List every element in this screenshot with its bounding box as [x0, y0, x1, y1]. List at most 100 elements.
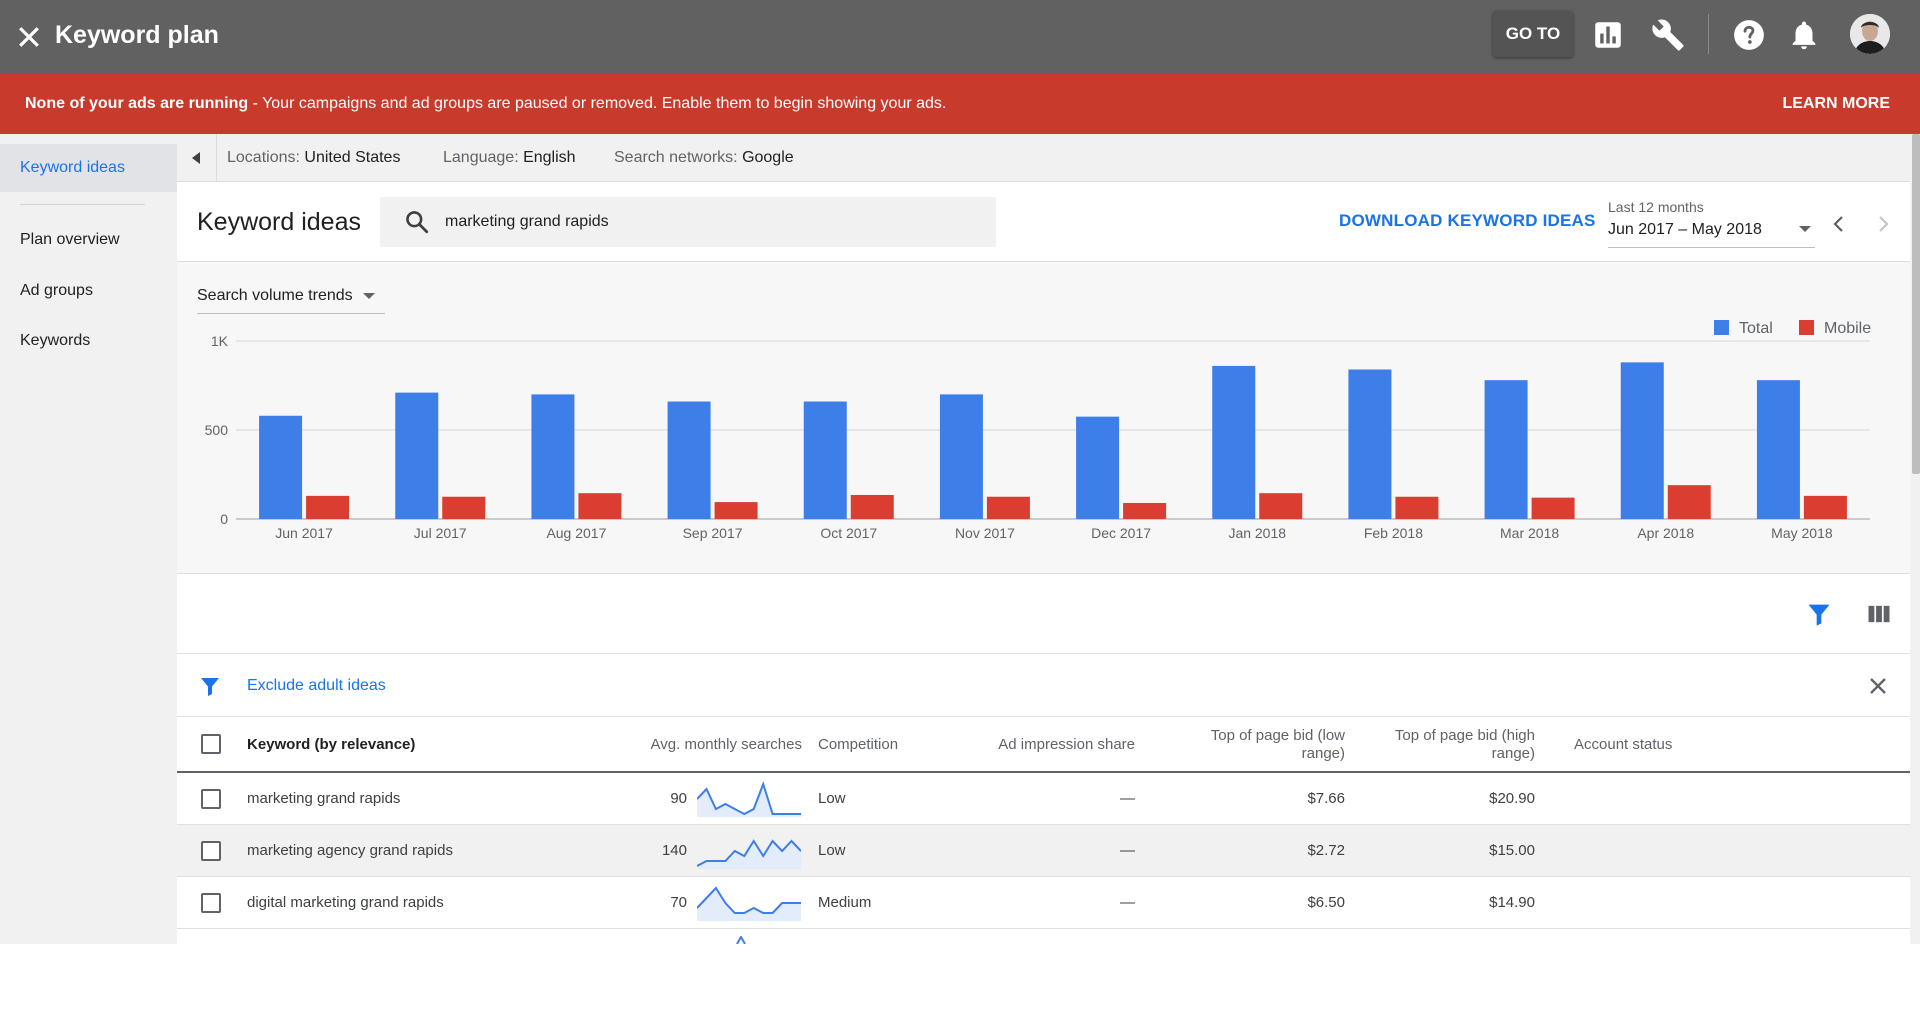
language-filter[interactable]: Language: English: [443, 134, 576, 182]
total-bar: [667, 401, 711, 519]
bid-low-cell: $6.50: [1307, 894, 1345, 911]
columns-icon[interactable]: [1865, 600, 1893, 628]
mobile-bar: [714, 502, 758, 519]
y-tick-label: 500: [205, 422, 229, 438]
y-tick-label: 1K: [211, 333, 229, 349]
mobile-bar: [578, 493, 622, 519]
x-tick-label: Apr 2018: [1637, 525, 1694, 541]
x-tick-label: Nov 2017: [955, 525, 1015, 541]
avg-searches-cell: 90: [670, 790, 687, 807]
table-toolbar: [177, 574, 1910, 654]
row-checkbox[interactable]: [201, 841, 221, 861]
tools-icon[interactable]: [1651, 18, 1685, 52]
previous-period-button[interactable]: [1827, 212, 1851, 236]
notifications-icon[interactable]: [1787, 18, 1821, 52]
avg-searches-cell: 140: [661, 842, 687, 859]
plan-filter-bar: Locations: United States Language: Engli…: [177, 134, 1910, 182]
mobile-bar: [850, 494, 894, 519]
bid-high-cell: $20.90: [1489, 790, 1535, 807]
column-header-account-status[interactable]: Account status: [1574, 736, 1672, 754]
dropdown-arrow-icon: [1799, 226, 1811, 232]
trend-selector[interactable]: Search volume trends: [197, 278, 385, 314]
sidebar-item-keywords[interactable]: Keywords: [0, 317, 177, 365]
network-value: Google: [742, 149, 794, 166]
impression-share-cell: —: [1120, 894, 1135, 911]
reports-icon[interactable]: [1591, 18, 1625, 52]
impression-share-cell: —: [1120, 790, 1135, 807]
sidebar-item-plan-overview[interactable]: Plan overview: [0, 216, 177, 264]
sparkline-area: [697, 841, 801, 869]
column-header-bid-high-line1: Top of page bid (high: [1394, 727, 1535, 744]
table-row[interactable]: digital marketing grand rapids 70 Medium…: [177, 877, 1910, 929]
search-volume-chart-area: 0 500 1K Jun 2017 Jul 2017 Aug 2017 Sep 2017 Oc…: [177, 262, 1910, 574]
alert-text: - Your campaigns and ad groups are pause…: [248, 95, 947, 112]
column-header-competition[interactable]: Competition: [818, 736, 898, 754]
column-header-bid-low[interactable]: Top of page bid (low range): [1157, 727, 1345, 763]
total-bar: [939, 394, 983, 519]
x-tick-label: Dec 2017: [1091, 525, 1151, 541]
select-all-checkbox[interactable]: [201, 734, 221, 754]
row-checkbox[interactable]: [201, 789, 221, 809]
row-checkbox[interactable]: [201, 893, 221, 913]
sidebar-item-keyword-ideas[interactable]: Keyword ideas: [0, 144, 177, 192]
keyword-search-box[interactable]: [380, 197, 996, 247]
date-range-label: Last 12 months: [1608, 199, 1704, 215]
search-input[interactable]: [445, 197, 985, 247]
active-filter-row: Exclude adult ideas: [177, 654, 1910, 717]
table-header: Keyword (by relevance) Avg. monthly sear…: [177, 717, 1910, 773]
mobile-bar: [1803, 495, 1847, 519]
total-bar: [395, 392, 439, 519]
next-period-button[interactable]: [1871, 212, 1895, 236]
total-bar: [1756, 380, 1800, 519]
alert-message: None of your ads are running - Your camp…: [25, 94, 946, 114]
impression-share-cell: —: [1120, 842, 1135, 859]
column-header-avg-monthly-searches[interactable]: Avg. monthly searches: [627, 736, 802, 754]
exclude-adult-ideas-filter[interactable]: Exclude adult ideas: [247, 675, 386, 697]
close-icon[interactable]: [1864, 672, 1892, 700]
mobile-bar: [1395, 496, 1439, 519]
filter-icon[interactable]: [1805, 600, 1833, 628]
page-scrollbar-thumb[interactable]: [1912, 134, 1920, 474]
competition-cell: Low: [818, 790, 846, 807]
goto-button[interactable]: GO TO: [1493, 11, 1573, 57]
mobile-bar: [986, 496, 1030, 519]
x-tick-label: Mar 2018: [1500, 525, 1559, 541]
column-header-keyword[interactable]: Keyword (by relevance): [247, 736, 415, 754]
mobile-bar: [1259, 493, 1303, 519]
search-trend-sparkline: [697, 886, 801, 921]
avatar[interactable]: [1850, 14, 1890, 54]
bid-low-cell: $7.66: [1307, 790, 1345, 807]
legend-swatch: [1799, 320, 1814, 335]
mobile-bar: [442, 496, 486, 519]
x-tick-label: Jul 2017: [414, 525, 467, 541]
x-tick-label: Jun 2017: [275, 525, 333, 541]
total-bar: [1620, 362, 1664, 519]
total-bar: [259, 415, 303, 519]
column-header-bid-high-line2: range): [1491, 745, 1535, 762]
sidebar: Keyword ideas Plan overview Ad groups Ke…: [0, 134, 177, 944]
collapse-sidebar-button[interactable]: [177, 134, 217, 182]
x-tick-label: Jan 2018: [1228, 525, 1286, 541]
help-icon[interactable]: [1732, 18, 1766, 52]
avatar-photo-icon: [1850, 14, 1890, 54]
filter-icon: [201, 678, 219, 696]
date-range-value: Jun 2017 – May 2018: [1608, 221, 1762, 238]
column-header-bid-low-line2: range): [1301, 745, 1345, 762]
close-icon[interactable]: [14, 22, 44, 52]
competition-cell: Low: [818, 842, 846, 859]
column-header-bid-low-line1: Top of page bid (low: [1210, 727, 1345, 744]
column-header-bid-high[interactable]: Top of page bid (high range): [1347, 727, 1535, 763]
y-tick-label: 0: [220, 511, 228, 527]
date-range-selector[interactable]: Last 12 months Jun 2017 – May 2018: [1608, 196, 1815, 248]
mobile-bar: [1123, 502, 1167, 519]
column-header-ad-impression-share[interactable]: Ad impression share: [957, 736, 1135, 754]
location-filter[interactable]: Locations: United States: [227, 134, 400, 182]
learn-more-link[interactable]: LEARN MORE: [1782, 94, 1890, 114]
legend-swatch: [1714, 320, 1729, 335]
network-filter[interactable]: Search networks: Google: [614, 134, 794, 182]
bid-low-cell: $2.72: [1307, 842, 1345, 859]
download-keyword-ideas-button[interactable]: DOWNLOAD KEYWORD IDEAS: [1339, 210, 1596, 232]
table-row[interactable]: marketing agency grand rapids 140 Low — …: [177, 825, 1910, 877]
sidebar-item-ad-groups[interactable]: Ad groups: [0, 267, 177, 315]
table-row[interactable]: marketing grand rapids 90 Low — $7.66 $2…: [177, 773, 1910, 825]
